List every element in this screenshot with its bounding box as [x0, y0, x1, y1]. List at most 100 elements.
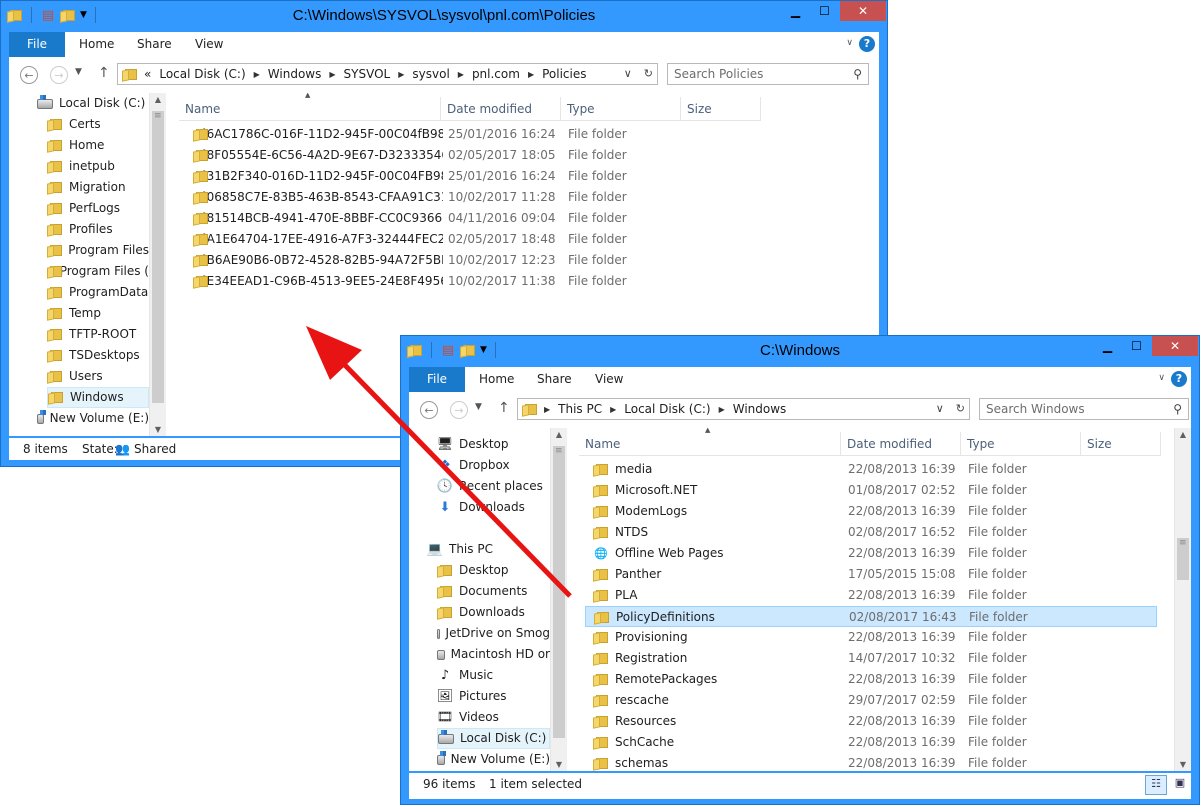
help-icon[interactable]: ?: [1171, 371, 1187, 387]
address-history-dropdown-icon[interactable]: ∨: [936, 402, 944, 415]
customize-toolbar-dropdown-icon[interactable]: ▼: [80, 10, 87, 20]
file-row[interactable]: {E34EEAD1-C96B-4513-9EE5-24E8F49568... 10…: [185, 271, 757, 292]
scroll-up-icon[interactable]: ▲: [1175, 430, 1191, 439]
recent-locations-icon[interactable]: ▼: [75, 67, 82, 77]
search-input[interactable]: Search Policies ⚲: [667, 63, 869, 85]
scrollbar-thumb[interactable]: [553, 446, 565, 738]
file-row[interactable]: {06858C7E-83B5-463B-8543-CFAA91C319... 10…: [185, 187, 757, 208]
breadcrumb-separator-icon[interactable]: ▶: [528, 70, 534, 79]
scroll-down-icon[interactable]: ▼: [1175, 760, 1191, 769]
nav-item[interactable]: 🎞 Videos: [437, 707, 550, 728]
tab-home[interactable]: Home: [479, 367, 514, 392]
minimize-button[interactable]: ▁: [1094, 336, 1121, 356]
large-icons-view-icon[interactable]: ▣: [1171, 775, 1189, 793]
refresh-icon[interactable]: ↻: [956, 402, 965, 415]
column-header-size[interactable]: Size: [681, 97, 761, 121]
breadcrumb-this-pc[interactable]: This PC: [558, 402, 602, 416]
breadcrumb-separator-icon[interactable]: ▶: [610, 405, 616, 414]
address-bar[interactable]: « Local Disk (C:) ▶ Windows ▶ SYSVOL ▶ s…: [117, 63, 658, 85]
file-row[interactable]: NTDS 02/08/2017 16:52 File folder: [585, 522, 1157, 543]
address-history-dropdown-icon[interactable]: ∨: [624, 67, 632, 80]
nav-item[interactable]: inetpub: [47, 156, 149, 177]
recent-locations-icon[interactable]: ▼: [475, 402, 482, 412]
nav-item[interactable]: Windows: [47, 387, 149, 408]
file-row[interactable]: Panther 17/05/2015 15:08 File folder: [585, 564, 1157, 585]
scrollbar-thumb[interactable]: [1177, 538, 1189, 580]
help-icon[interactable]: ?: [859, 36, 875, 52]
column-header-date[interactable]: Date modified: [841, 432, 961, 456]
scroll-up-icon[interactable]: ▲: [150, 95, 166, 104]
folder-icon[interactable]: [7, 9, 23, 22]
tab-share[interactable]: Share: [137, 32, 172, 57]
tab-view[interactable]: View: [595, 367, 623, 392]
tab-file[interactable]: File: [409, 367, 465, 392]
minimize-button[interactable]: ▁: [782, 1, 809, 21]
forward-button[interactable]: →: [450, 401, 468, 419]
breadcrumb-separator-icon[interactable]: ▶: [544, 405, 550, 414]
file-row[interactable]: {31B2F340-016D-11D2-945F-00C04FB984... 25…: [185, 166, 757, 187]
file-row[interactable]: Provisioning 22/08/2013 16:39 File folder: [585, 627, 1157, 648]
nav-item[interactable]: 🕓 Recent places: [437, 476, 550, 497]
nav-item[interactable]: JetDrive on Smog: [437, 623, 550, 644]
nav-item[interactable]: 🖥 Desktop: [437, 434, 550, 455]
file-row[interactable]: {8F05554E-6C56-4A2D-9E67-D323335465... 02…: [185, 145, 757, 166]
file-row[interactable]: PLA 22/08/2013 16:39 File folder: [585, 585, 1157, 606]
back-button[interactable]: ←: [420, 401, 438, 419]
file-list-scrollbar[interactable]: ▲ ▼: [1174, 428, 1191, 771]
nav-item[interactable]: ♪ Music: [437, 665, 550, 686]
nav-item[interactable]: New Volume (E:): [437, 749, 550, 770]
breadcrumb-separator-icon[interactable]: ▶: [458, 70, 464, 79]
nav-item[interactable]: 💻 This PC: [427, 539, 550, 560]
nav-item[interactable]: Documents: [437, 581, 550, 602]
properties-icon[interactable]: ▤: [440, 342, 456, 358]
nav-item[interactable]: Certs: [47, 114, 149, 135]
breadcrumb-separator-icon[interactable]: ▶: [254, 70, 260, 79]
file-row[interactable]: 🌐 Offline Web Pages 22/08/2013 16:39 File f…: [585, 543, 1157, 564]
file-row[interactable]: schemas 22/08/2013 16:39 File folder: [585, 753, 1157, 771]
breadcrumb-local-disk[interactable]: Local Disk (C:): [624, 402, 710, 416]
tab-file[interactable]: File: [9, 32, 65, 57]
nav-item[interactable]: PerfLogs: [47, 198, 149, 219]
breadcrumb-separator-icon[interactable]: ▶: [398, 70, 404, 79]
file-row[interactable]: media 22/08/2013 16:39 File folder: [585, 459, 1157, 480]
breadcrumb-overflow[interactable]: «: [144, 67, 151, 81]
nav-item[interactable]: Local Disk (C:): [437, 728, 550, 749]
nav-item[interactable]: Migration: [47, 177, 149, 198]
nav-item[interactable]: Downloads: [437, 602, 550, 623]
column-header-date[interactable]: Date modified: [441, 97, 561, 121]
refresh-icon[interactable]: ↻: [644, 67, 653, 80]
navigation-scrollbar[interactable]: ▲ ▼: [149, 93, 166, 436]
scroll-down-icon[interactable]: ▼: [551, 760, 567, 769]
file-row[interactable]: ModemLogs 22/08/2013 16:39 File folder: [585, 501, 1157, 522]
file-row[interactable]: Resources 22/08/2013 16:39 File folder: [585, 711, 1157, 732]
new-folder-icon[interactable]: [460, 344, 476, 357]
column-header-type[interactable]: Type: [961, 432, 1081, 456]
tab-view[interactable]: View: [195, 32, 223, 57]
maximize-button[interactable]: ☐: [811, 1, 838, 21]
file-row[interactable]: Microsoft.NET 01/08/2017 02:52 File folder: [585, 480, 1157, 501]
breadcrumb-sysvol[interactable]: SYSVOL: [344, 67, 391, 81]
customize-toolbar-dropdown-icon[interactable]: ▼: [480, 345, 487, 355]
properties-icon[interactable]: ▤: [40, 7, 56, 23]
navigation-scrollbar[interactable]: ▲ ▼: [550, 428, 567, 771]
scroll-up-icon[interactable]: ▲: [551, 430, 567, 439]
column-header-size[interactable]: Size: [1081, 432, 1161, 456]
breadcrumb-domain[interactable]: pnl.com: [472, 67, 520, 81]
back-button[interactable]: ←: [20, 66, 38, 84]
file-row[interactable]: RemotePackages 22/08/2013 16:39 File folde…: [585, 669, 1157, 690]
scrollbar-thumb[interactable]: [152, 111, 164, 403]
scroll-down-icon[interactable]: ▼: [150, 425, 166, 434]
nav-item[interactable]: Home: [47, 135, 149, 156]
address-bar[interactable]: ▶ This PC ▶ Local Disk (C:) ▶ Windows ∨ …: [517, 398, 970, 420]
title-bar[interactable]: ▤ ▼ C:\Windows\SYSVOL\sysvol\pnl.com\Pol…: [1, 1, 887, 31]
search-input[interactable]: Search Windows ⚲: [979, 398, 1189, 420]
tab-share[interactable]: Share: [537, 367, 572, 392]
nav-item[interactable]: Desktop: [437, 560, 550, 581]
file-row[interactable]: Registration 14/07/2017 10:32 File folder: [585, 648, 1157, 669]
file-row[interactable]: PolicyDefinitions 02/08/2017 16:43 File fo…: [585, 606, 1157, 627]
nav-item[interactable]: Program Files: [47, 240, 149, 261]
breadcrumb-policies[interactable]: Policies: [542, 67, 586, 81]
breadcrumb-local-disk[interactable]: Local Disk (C:): [159, 67, 245, 81]
up-button[interactable]: ↑: [498, 400, 510, 416]
expand-ribbon-icon[interactable]: ∨: [846, 38, 853, 48]
